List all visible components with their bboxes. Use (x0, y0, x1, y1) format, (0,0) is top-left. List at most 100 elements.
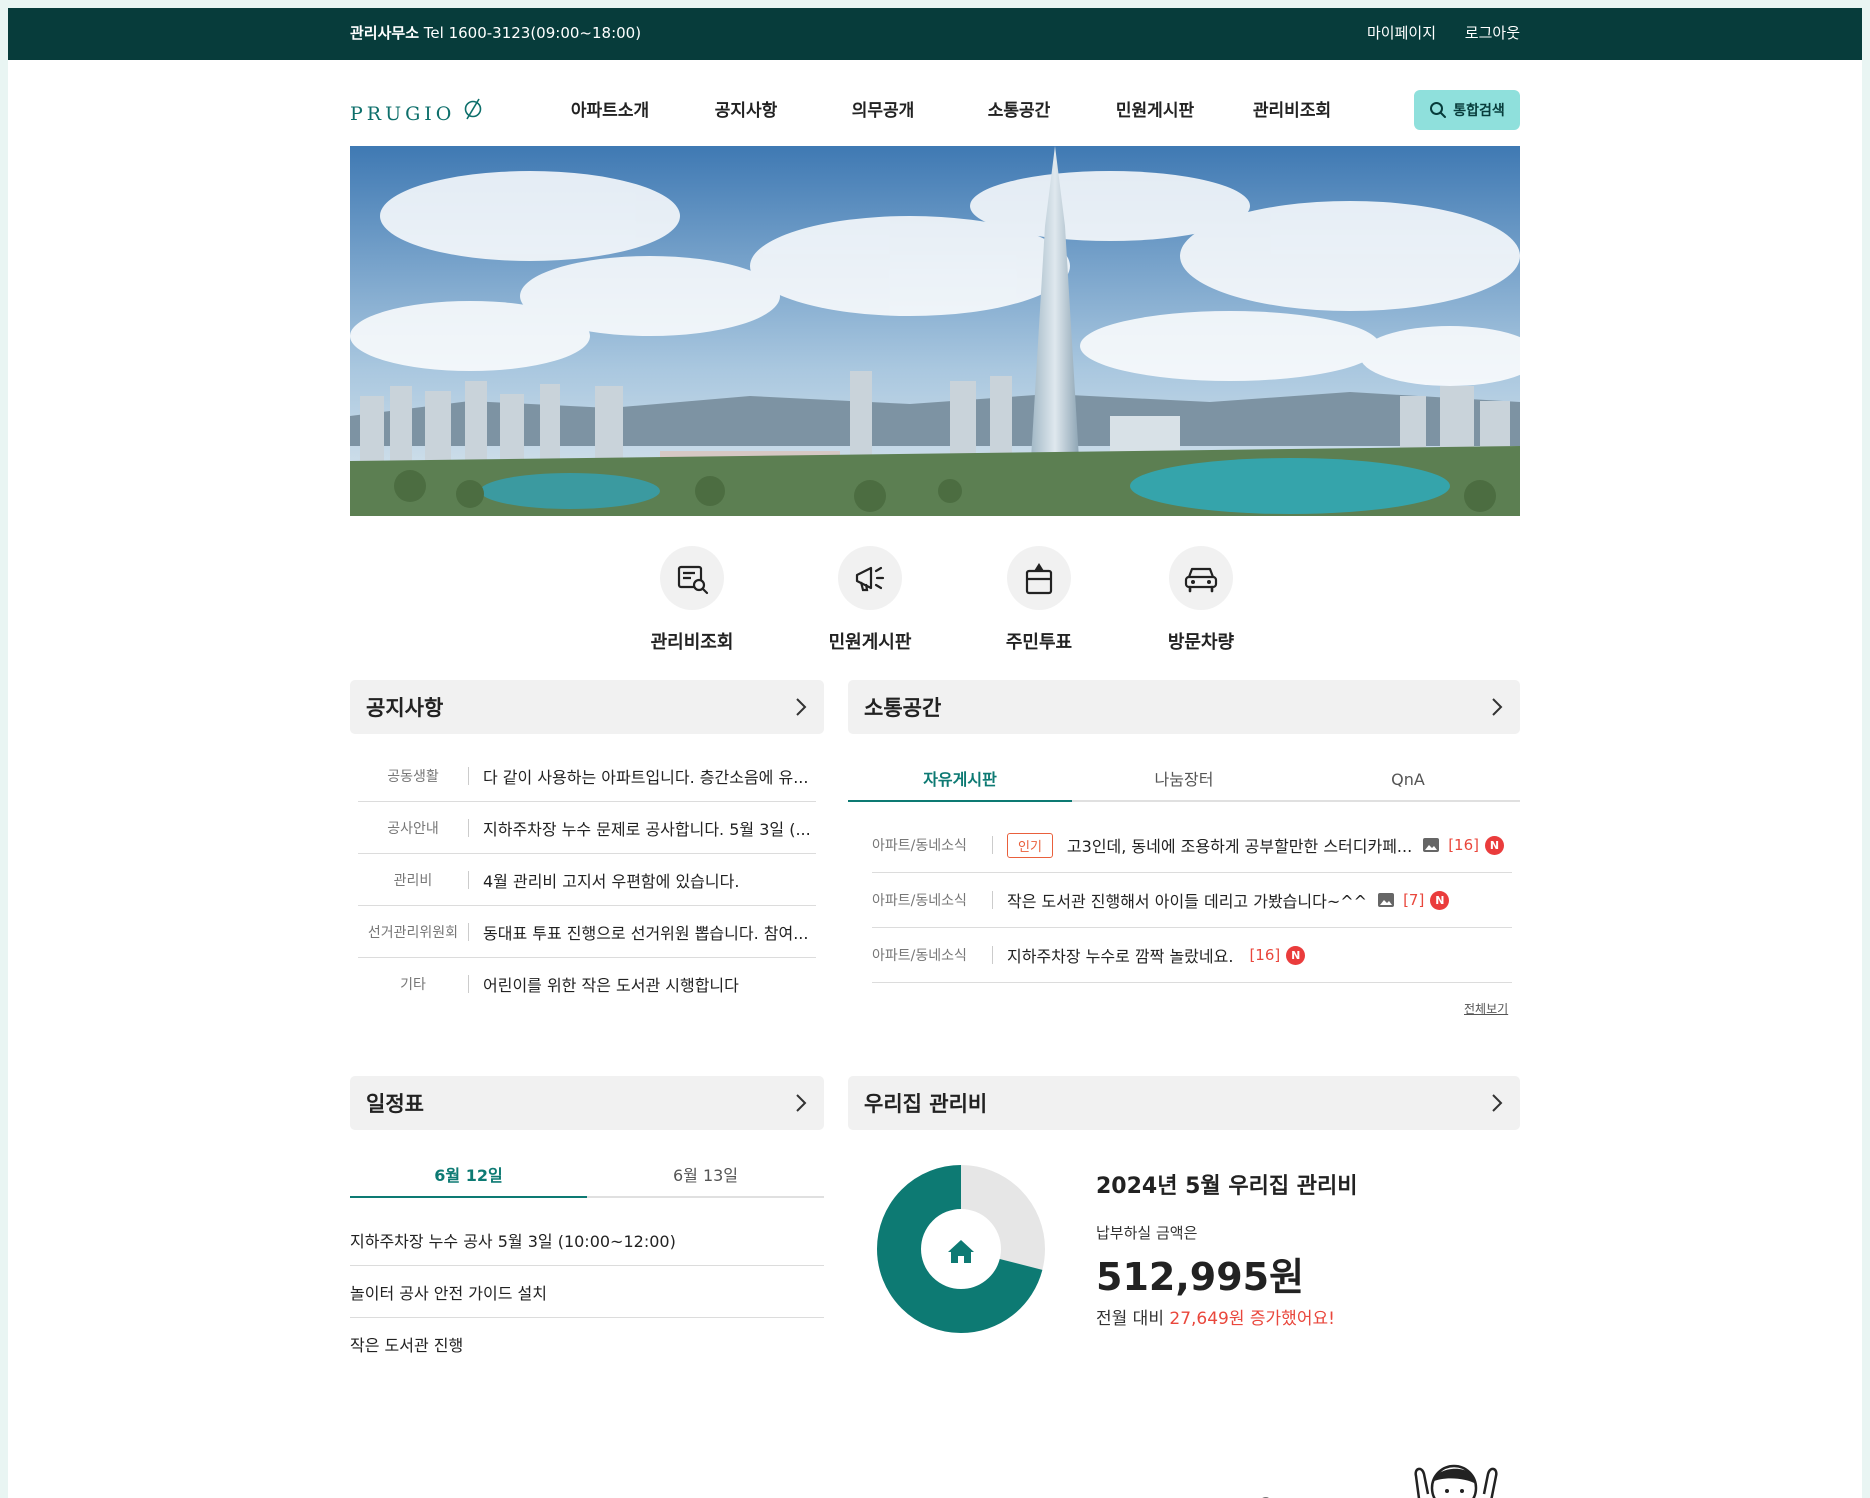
image-icon (1422, 837, 1440, 853)
mypage-link[interactable]: 마이페이지 (1367, 24, 1436, 42)
nav-fee-lookup[interactable]: 관리비조회 (1253, 96, 1331, 121)
quick-fee-lookup-label: 관리비조회 (650, 632, 734, 653)
notice-list: 공동생활 다 같이 사용하는 아파트입니다. 층간소음에 유... 공사안내 지하주… (358, 750, 816, 1009)
list-item[interactable]: 관리비 4월 관리비 고지서 우편함에 있습니다. (358, 854, 816, 906)
fee-panel-title: 우리집 관리비 (864, 1092, 988, 1116)
tab-free-board[interactable]: 자유게시판 (848, 760, 1072, 802)
quick-visitor-car[interactable]: 방문차량 (1121, 546, 1281, 656)
megaphone-icon (838, 546, 902, 610)
fee-amount-label: 납부하실 금액은 (1096, 1224, 1198, 1242)
comment-count: [16] (1448, 836, 1479, 854)
chevron-right-icon (796, 698, 807, 716)
top-bar: 관리사무소 Tel 1600-3123(09:00~18:00) 마이페이지 로… (8, 8, 1862, 60)
car-icon (1169, 546, 1233, 610)
view-all-link[interactable]: 전체보기 (1464, 1000, 1508, 1017)
list-item[interactable]: 공동생활 다 같이 사용하는 아파트입니다. 층간소음에 유... (358, 750, 816, 802)
notice-panel-header[interactable]: 공지사항 (350, 680, 824, 734)
community-tabs: 자유게시판 나눔장터 QnA (848, 760, 1520, 802)
quick-visitor-car-label: 방문차량 (1167, 632, 1235, 653)
table-row[interactable]: 아파트/동네소식 지하주차장 누수로 깜짝 놀랐네요. [16] N (872, 928, 1512, 983)
nav-community[interactable]: 소통공간 (988, 96, 1051, 121)
comment-count: [16] (1249, 946, 1281, 964)
list-item[interactable]: 기타 어린이를 위한 작은 도서관 시행합니다 (358, 958, 816, 1009)
schedule-panel-header[interactable]: 일정표 (350, 1076, 824, 1130)
list-item[interactable]: 지하주차장 누수 공사 5월 3일 (10:00~12:00) (350, 1214, 824, 1266)
fee-heading: 2024년 5월 우리집 관리비 (1096, 1174, 1358, 1199)
popular-badge: 인기 (1007, 832, 1053, 858)
logo[interactable]: PRUGIO (350, 98, 483, 125)
quick-fee-lookup[interactable]: 관리비조회 (612, 546, 772, 656)
tab-date-june-12[interactable]: 6월 12일 (350, 1156, 587, 1198)
chevron-right-icon (1492, 698, 1503, 716)
quick-vote[interactable]: 주민투표 (959, 546, 1119, 656)
chevron-right-icon (1492, 1094, 1503, 1112)
post-title: 지하주차장 누수로 깜짝 놀랐네요. (1007, 947, 1234, 966)
page: 관리사무소 Tel 1600-3123(09:00~18:00) 마이페이지 로… (8, 8, 1862, 1498)
main-nav: 아파트소개 공지사항 의무공개 소통공간 민원게시판 관리비조회 (528, 96, 1368, 124)
list-item[interactable]: 놀이터 공사 안전 가이드 설치 (350, 1266, 824, 1318)
logo-mark-icon (463, 98, 483, 125)
new-badge: N (1485, 835, 1504, 855)
fee-panel-header[interactable]: 우리집 관리비 (848, 1076, 1520, 1130)
office-info: 관리사무소 Tel 1600-3123(09:00~18:00) (350, 22, 641, 43)
office-label: 관리사무소 (350, 24, 420, 42)
notice-category: 선거관리위원회 (367, 924, 459, 941)
hero-banner (350, 146, 1520, 516)
notice-category: 공동생활 (387, 768, 439, 785)
notice-category: 관리비 (393, 872, 433, 889)
header: PRUGIO 아파트소개 공지사항 의무공개 소통공간 민원게시판 관리비조회 … (8, 60, 1862, 150)
nav-complaints[interactable]: 민원게시판 (1116, 96, 1194, 121)
notice-text: 4월 관리비 고지서 우편함에 있습니다. (483, 871, 740, 891)
community-title: 소통공간 (864, 696, 942, 720)
post-category: 아파트/동네소식 (872, 948, 967, 964)
list-item[interactable]: 선거관리위원회 동대표 투표 진행으로 선거위원 뽑습니다. 참여... (358, 906, 816, 958)
image-icon (1377, 892, 1395, 908)
community-panel-header[interactable]: 소통공간 (848, 680, 1520, 734)
character-illustration (1262, 1464, 1498, 1498)
ballot-box-icon (1007, 546, 1071, 610)
notice-category: 공사안내 (387, 820, 439, 837)
post-title: 고3인데, 동네에 조용하게 공부할만한 스터디카페... (1066, 837, 1413, 856)
logo-text: PRUGIO (350, 103, 456, 125)
notice-text: 지하주차장 누수 문제로 공사합니다. 5월 3일 (... (483, 819, 811, 839)
community-post-list: 아파트/동네소식 인기 고3인데, 동네에 조용하게 공부할만한 스터디카페..… (872, 818, 1512, 983)
fee-compare-prefix: 전월 대비 (1096, 1309, 1164, 1329)
fee-compare: 전월 대비 27,649원 증가했어요! (1096, 1304, 1335, 1329)
list-item[interactable]: 공사안내 지하주차장 누수 문제로 공사합니다. 5월 3일 (... (358, 802, 816, 854)
schedule-title: 일정표 (366, 1092, 424, 1116)
new-badge: N (1286, 945, 1306, 965)
notice-text: 어린이를 위한 작은 도서관 시행합니다 (483, 975, 739, 995)
fee-compare-value: 27,649원 증가했어요! (1169, 1309, 1335, 1329)
post-category: 아파트/동네소식 (872, 838, 967, 854)
post-title: 작은 도서관 진행해서 아이들 데리고 가봤습니다~^^ (1007, 892, 1368, 911)
search-icon (1430, 102, 1447, 118)
list-item[interactable]: 작은 도서관 진행 (350, 1318, 824, 1369)
tab-qna[interactable]: QnA (1296, 760, 1520, 800)
nav-disclosure[interactable]: 의무공개 (852, 96, 915, 121)
office-tel: Tel 1600-3123(09:00~18:00) (423, 24, 642, 42)
notice-title: 공지사항 (366, 696, 444, 720)
tab-sharing-market[interactable]: 나눔장터 (1072, 760, 1296, 800)
new-badge: N (1430, 890, 1450, 910)
schedule-tabs: 6월 12일 6월 13일 (350, 1156, 824, 1198)
chevron-right-icon (796, 1094, 807, 1112)
integrated-search-button[interactable]: 통합검색 (1414, 90, 1520, 130)
fee-donut-chart (877, 1165, 1045, 1333)
quick-complaints-label: 민원게시판 (828, 632, 912, 653)
nav-notice[interactable]: 공지사항 (715, 96, 778, 121)
tab-date-june-13[interactable]: 6월 13일 (587, 1156, 824, 1196)
home-icon (948, 1240, 974, 1263)
hero-skyline-image (350, 146, 1520, 516)
notice-text: 동대표 투표 진행으로 선거위원 뽑습니다. 참여... (483, 923, 809, 943)
table-row[interactable]: 아파트/동네소식 작은 도서관 진행해서 아이들 데리고 가봤습니다~^^ [7… (872, 873, 1512, 928)
quick-vote-label: 주민투표 (1005, 632, 1073, 653)
schedule-list: 지하주차장 누수 공사 5월 3일 (10:00~12:00) 놀이터 공사 안… (350, 1214, 824, 1369)
post-category: 아파트/동네소식 (872, 893, 967, 909)
fee-amount: 512,995원 (1096, 1255, 1305, 1299)
logout-link[interactable]: 로그아웃 (1465, 24, 1520, 42)
nav-apartment-intro[interactable]: 아파트소개 (571, 96, 649, 121)
quick-complaints[interactable]: 민원게시판 (790, 546, 950, 656)
notice-category: 기타 (400, 976, 426, 993)
bill-search-icon (660, 546, 724, 610)
table-row[interactable]: 아파트/동네소식 인기 고3인데, 동네에 조용하게 공부할만한 스터디카페..… (872, 818, 1512, 873)
